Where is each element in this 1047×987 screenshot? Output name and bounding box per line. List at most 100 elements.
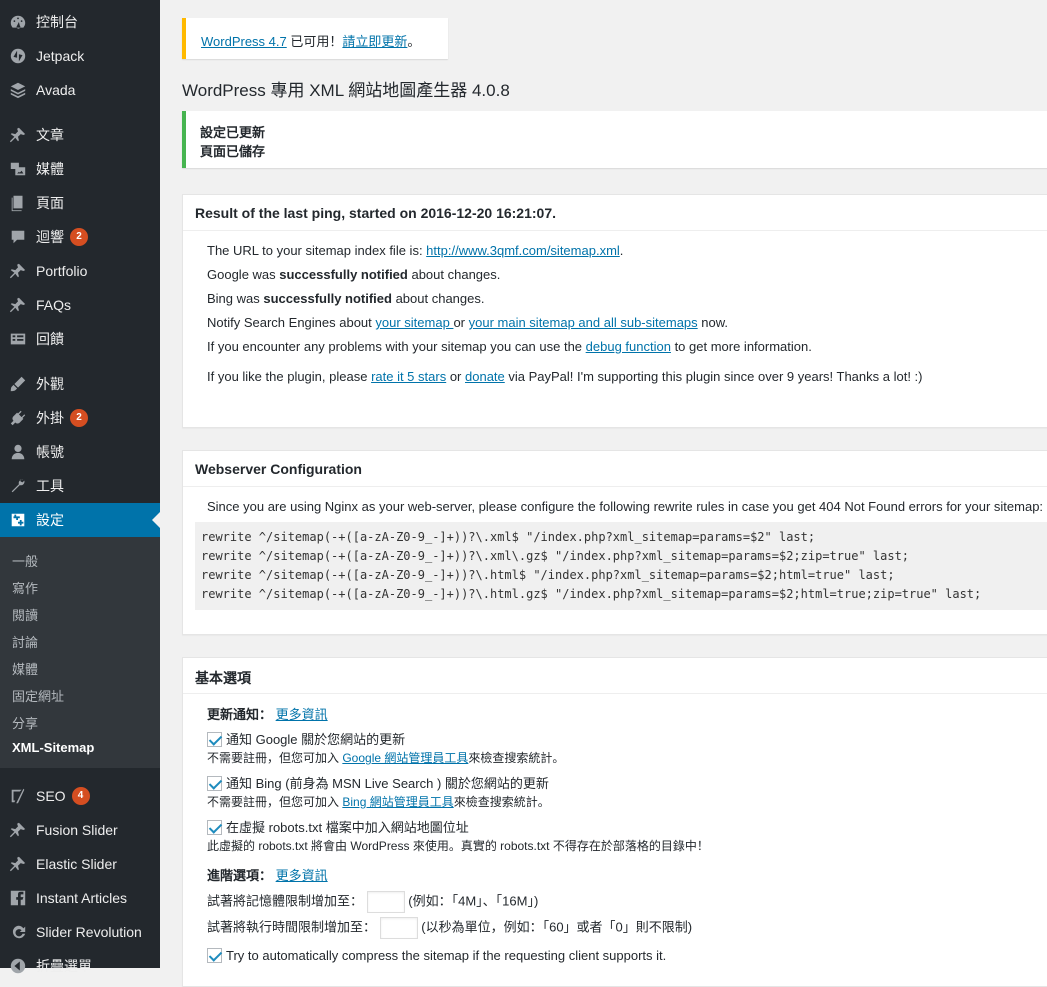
basic-options-title: 基本選項 xyxy=(183,658,1047,694)
submenu-item-media[interactable]: 媒體 xyxy=(12,659,38,678)
bing-webmaster-tools-link[interactable]: Bing 網站管理員工具 xyxy=(342,795,453,809)
sidebar-item-avada[interactable]: Avada xyxy=(0,73,160,107)
update-now-link[interactable]: 請立即更新 xyxy=(342,34,407,49)
sidebar-item-pages[interactable]: 頁面 xyxy=(0,186,160,220)
sidebar-item-tools[interactable]: 工具 xyxy=(0,469,160,503)
google-webmaster-tools-link[interactable]: Google 網站管理員工具 xyxy=(342,751,468,765)
robots-label: 在虛擬 robots.txt 檔案中加入網站地圖位址 xyxy=(226,820,469,835)
google-notify-row: 通知 Google 關於您網站的更新 xyxy=(207,731,1027,749)
settings-submenu: 一般 寫作 閱讀 討論 媒體 固定網址 分享 XML-Sitemap xyxy=(0,537,160,768)
sidebar-item-fusion-slider[interactable]: Fusion Slider xyxy=(0,813,160,847)
sidebar-item-label: 文章 xyxy=(36,127,64,143)
sidebar-item-appearance[interactable]: 外觀 xyxy=(0,367,160,401)
tools-icon xyxy=(9,477,27,495)
submenu-item-permalinks[interactable]: 固定網址 xyxy=(12,686,64,705)
debug-line: If you encounter any problems with your … xyxy=(207,335,1027,359)
sidebar-item-slider-revolution[interactable]: Slider Revolution xyxy=(0,915,160,949)
sidebar-item-users[interactable]: 帳號 xyxy=(0,435,160,469)
debug-function-link[interactable]: debug function xyxy=(586,339,671,354)
sidebar-item-label: 工具 xyxy=(36,478,64,494)
sidebar-item-plugins[interactable]: 外掛 2 xyxy=(0,401,160,435)
comments-count-badge: 2 xyxy=(70,228,88,246)
rate-stars-link[interactable]: rate it 5 stars xyxy=(371,369,446,384)
sidebar-item-posts[interactable]: 文章 xyxy=(0,118,160,152)
seo-icon xyxy=(9,787,27,805)
notify-your-sitemap-link[interactable]: your sitemap xyxy=(375,315,453,330)
sidebar-item-label: Jetpack xyxy=(36,48,85,64)
advanced-options-row: 進階選項： 更多資訊 xyxy=(207,867,1027,885)
sitemap-url-link[interactable]: http://www.3qmf.com/sitemap.xml xyxy=(426,243,620,258)
facebook-icon xyxy=(9,889,27,907)
bing-notify-checkbox[interactable] xyxy=(207,776,222,791)
google-notify-checkbox[interactable] xyxy=(207,732,222,747)
submenu-item-discussion[interactable]: 討論 xyxy=(12,632,38,651)
sidebar-item-label: Slider Revolution xyxy=(36,924,142,940)
sidebar-item-feedback[interactable]: 回饋 xyxy=(0,322,160,356)
compress-label: Try to automatically compress the sitema… xyxy=(226,948,667,963)
sidebar-item-portfolio[interactable]: Portfolio xyxy=(0,254,160,288)
google-status: successfully notified xyxy=(279,267,408,282)
debug-post: to get more information. xyxy=(670,339,812,354)
sidebar-item-media[interactable]: 媒體 xyxy=(0,152,160,186)
basic-options-box: 基本選項 更新通知： 更多資訊 通知 Google 關於您網站的更新 不需要註冊… xyxy=(182,657,1047,987)
submenu-item-sharing[interactable]: 分享 xyxy=(12,713,38,732)
notify-all-sitemaps-link[interactable]: your main sitemap and all sub-sitemaps xyxy=(469,315,698,330)
sidebar-item-label: 外觀 xyxy=(36,376,64,392)
sidebar-item-dashboard[interactable]: 控制台 xyxy=(0,5,160,39)
sidebar-item-comments[interactable]: 迴響 2 xyxy=(0,220,160,254)
sidebar-item-seo[interactable]: SEO 4 xyxy=(0,779,160,813)
collapse-icon xyxy=(9,957,27,975)
google-notify-note: 不需要註冊，但您可加入 Google 網站管理員工具來檢查搜索統計。 xyxy=(207,749,1027,767)
memory-limit-label: 試著將記憶體限制增加至： xyxy=(207,893,364,909)
sidebar-item-elastic-slider[interactable]: Elastic Slider xyxy=(0,847,160,881)
compress-row: Try to automatically compress the sitema… xyxy=(207,947,1027,965)
comments-icon xyxy=(9,228,27,246)
bing-note-post: 來檢查搜索統計。 xyxy=(453,795,550,809)
submenu-item-writing[interactable]: 寫作 xyxy=(12,578,38,597)
bing-pre: Bing was xyxy=(207,291,264,306)
refresh-icon xyxy=(9,923,27,941)
memory-limit-hint: (例如：「4M」、「16M」) xyxy=(408,893,539,909)
media-icon xyxy=(9,160,27,178)
notify-post: now. xyxy=(697,315,729,330)
time-limit-hint: (以秒為單位，例如：「60」或者「0」則不限制) xyxy=(421,919,693,935)
webserver-config-body: Since you are using Nginx as your web-se… xyxy=(183,487,1047,620)
time-limit-input[interactable] xyxy=(379,917,418,939)
ping-result-body: The URL to your sitemap index file is: h… xyxy=(183,231,1047,399)
bing-post: about changes. xyxy=(391,291,485,306)
sidebar-item-label: 帳號 xyxy=(36,444,64,460)
settings-icon xyxy=(9,511,27,529)
advanced-more-info-link[interactable]: 更多資訊 xyxy=(276,868,328,883)
sidebar-item-label: 頁面 xyxy=(36,195,64,211)
robots-checkbox[interactable] xyxy=(207,820,222,835)
donate-link[interactable]: donate xyxy=(465,369,505,384)
webserver-config-title: Webserver Configuration xyxy=(183,451,1047,487)
sidebar-item-label: 迴響 xyxy=(36,229,64,245)
submenu-item-xml-sitemap[interactable]: XML-Sitemap xyxy=(12,740,94,755)
sidebar-item-instant-articles[interactable]: Instant Articles xyxy=(0,881,160,915)
sidebar-item-settings[interactable]: 設定 xyxy=(0,503,160,537)
sidebar-item-label: 外掛 xyxy=(36,410,64,426)
bing-notify-row: 通知 Bing (前身為 MSN Live Search ) 關於您網站的更新 xyxy=(207,775,1027,793)
webserver-intro: Since you are using Nginx as your web-se… xyxy=(207,499,1044,514)
sidebar-item-faqs[interactable]: FAQs xyxy=(0,288,160,322)
robots-note: 此虛擬的 robots.txt 將會由 WordPress 來使用。真實的 ro… xyxy=(207,839,709,853)
compress-checkbox[interactable] xyxy=(207,948,222,963)
sidebar-item-label: FAQs xyxy=(36,297,72,313)
submenu-item-reading[interactable]: 閱讀 xyxy=(12,605,38,624)
wordpress-version-link[interactable]: WordPress 4.7 xyxy=(201,34,287,49)
update-more-info-link[interactable]: 更多資訊 xyxy=(276,707,328,722)
update-notice: WordPress 4.7 已可用！請立即更新。 xyxy=(182,18,448,59)
sidebar-item-label: 控制台 xyxy=(36,14,78,30)
plugins-count-badge: 2 xyxy=(70,409,88,427)
pin-icon xyxy=(9,126,27,144)
memory-limit-input[interactable] xyxy=(366,891,405,913)
notify-pre: Notify Search Engines about xyxy=(207,315,376,330)
settings-saved-notice: 設定已更新 頁面已儲存 xyxy=(182,111,1047,168)
pin-icon xyxy=(9,855,27,873)
sidebar-item-collapse[interactable]: 折疊選單 xyxy=(0,949,160,983)
update-notification-row: 更新通知： 更多資訊 xyxy=(207,706,1027,724)
sidebar-item-jetpack[interactable]: Jetpack xyxy=(0,39,160,73)
submenu-item-general[interactable]: 一般 xyxy=(12,551,38,570)
bing-notified-line: Bing was successfully notified about cha… xyxy=(207,287,1027,311)
